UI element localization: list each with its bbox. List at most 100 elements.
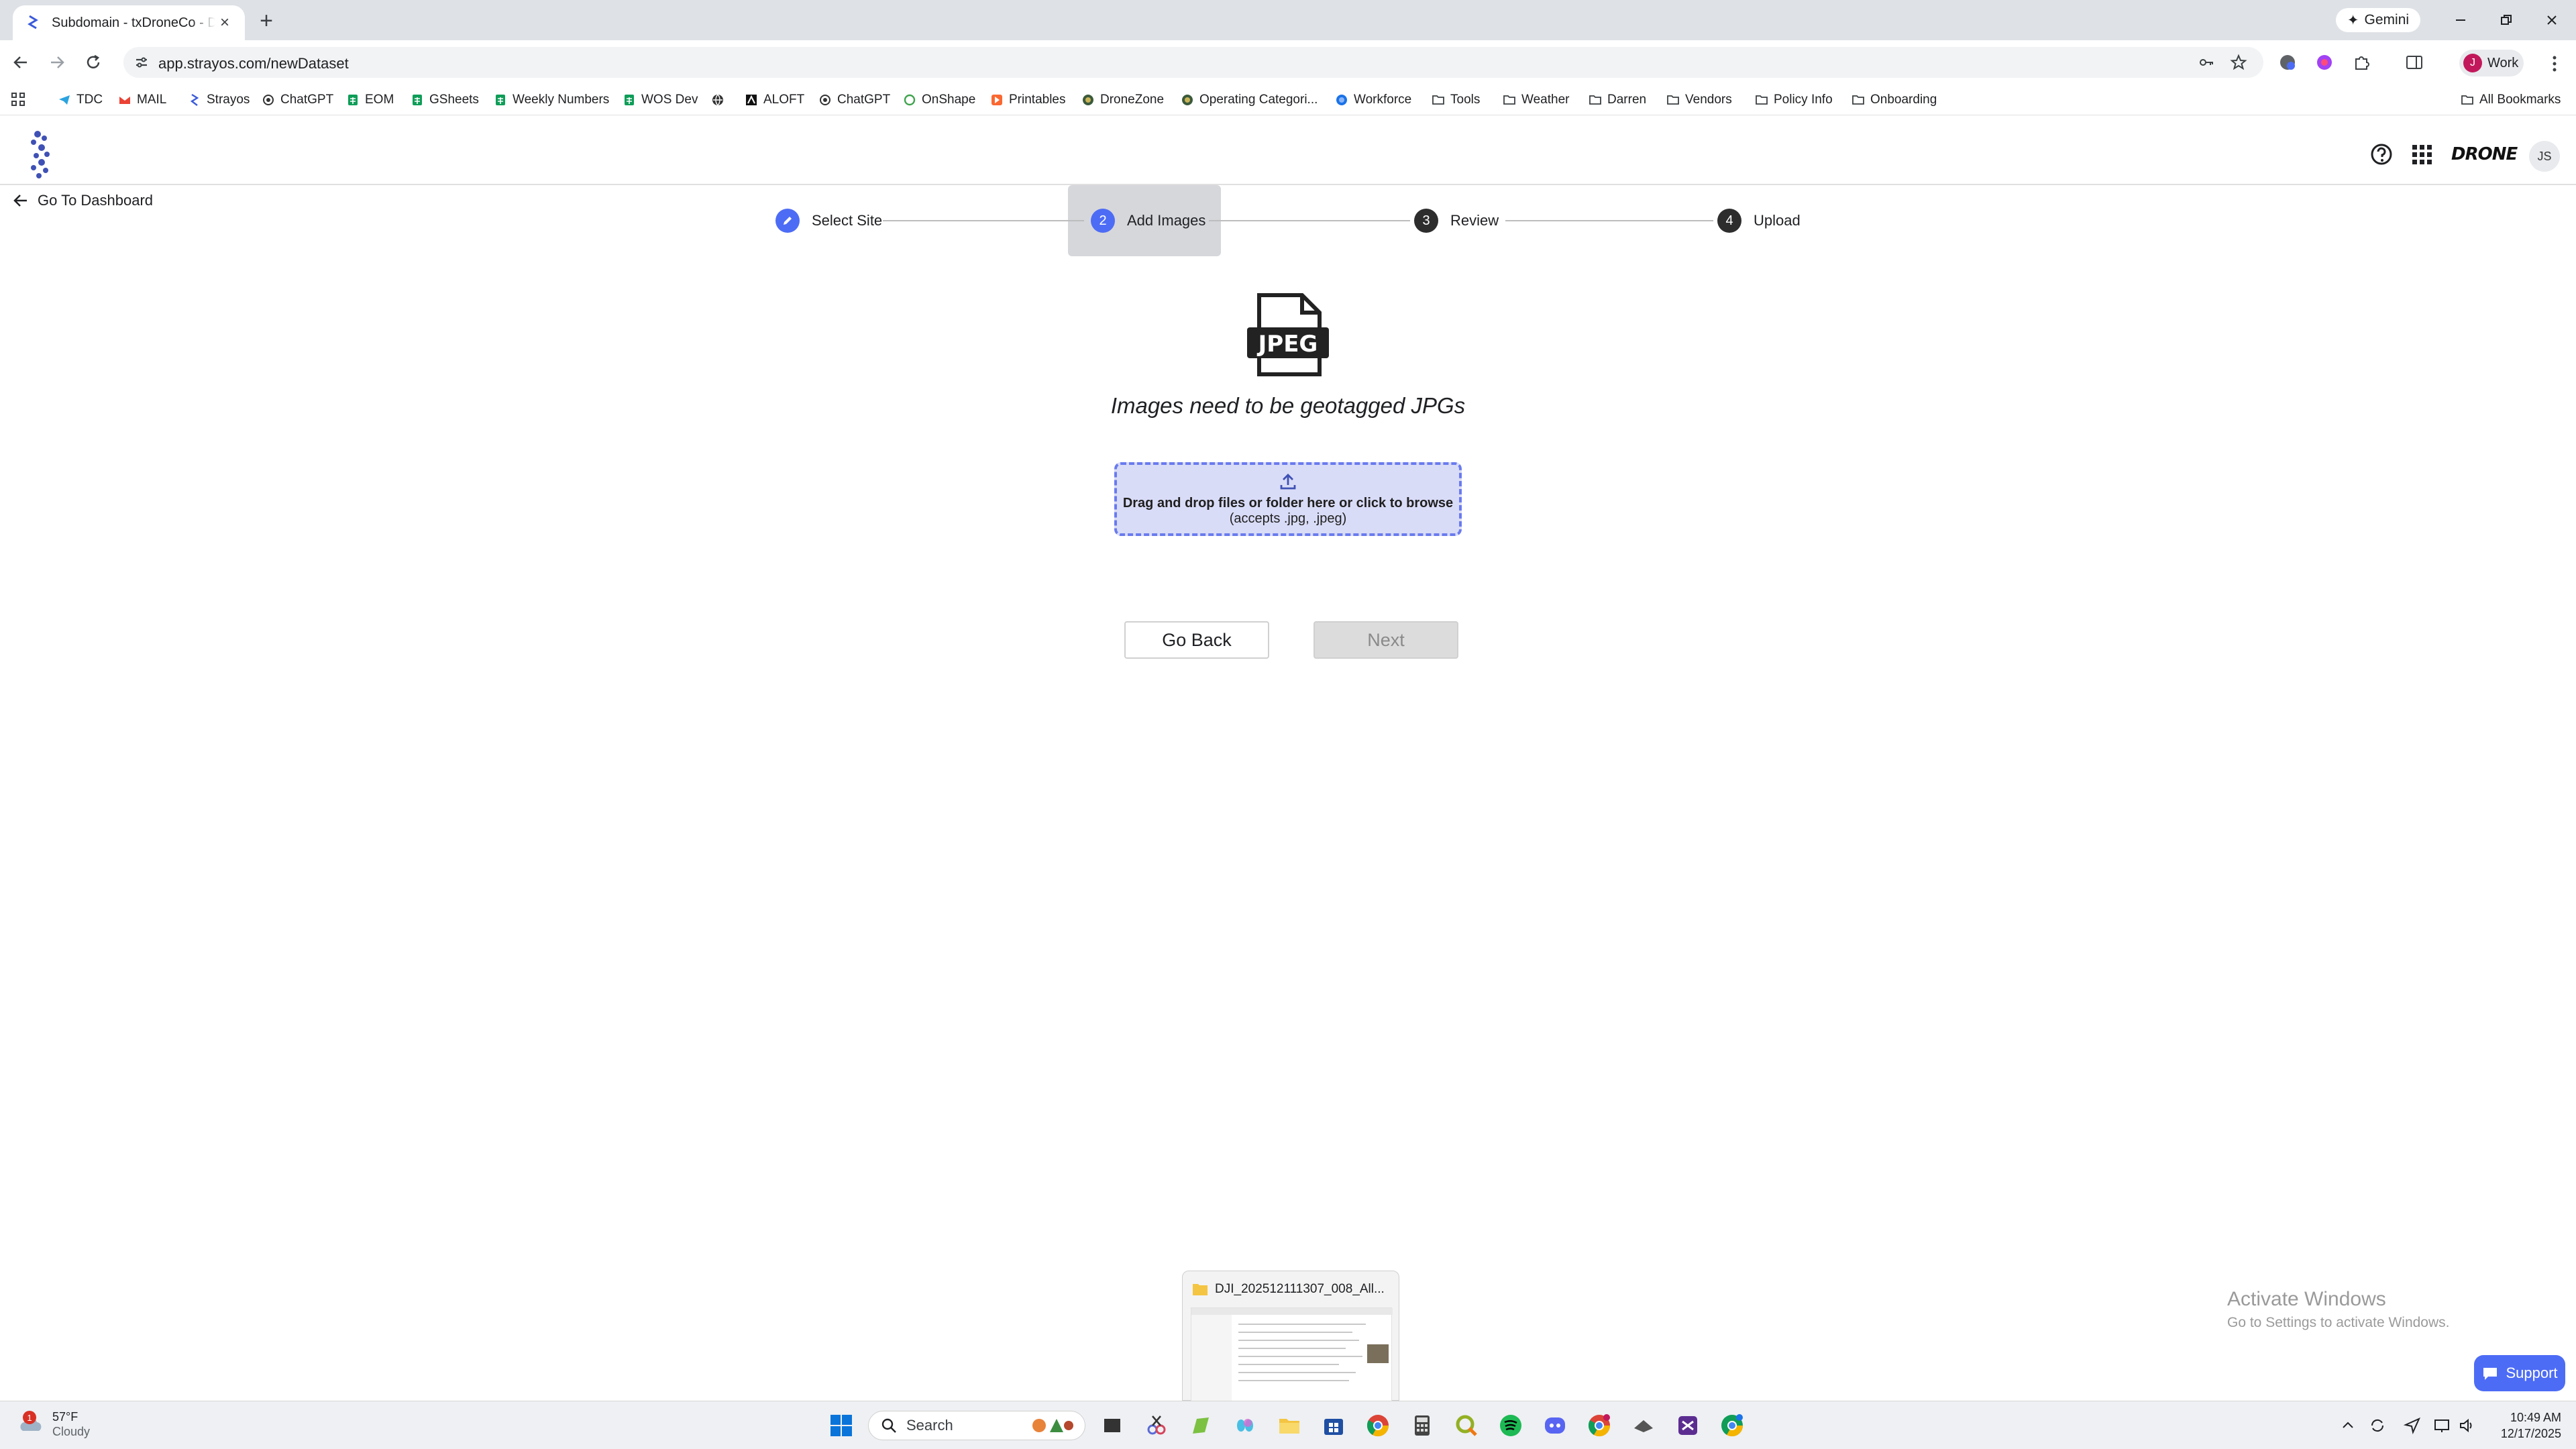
- go-back-button[interactable]: Go Back: [1124, 621, 1269, 659]
- browser-tab[interactable]: Subdomain - txDroneCo - Dem ×: [13, 5, 245, 40]
- discord-icon[interactable]: [1543, 1413, 1567, 1438]
- support-button[interactable]: Support: [2474, 1355, 2565, 1391]
- address-bar[interactable]: app.strayos.com/newDataset: [123, 47, 2263, 78]
- tab-close-icon[interactable]: ×: [215, 13, 234, 32]
- browser-menu-icon[interactable]: [2545, 54, 2564, 74]
- bookmark-item[interactable]: OnShape: [903, 90, 975, 110]
- bookmark-label: TDC: [76, 93, 103, 107]
- folder-icon: [1192, 1282, 1208, 1297]
- search-placeholder: Search: [906, 1417, 953, 1434]
- copilot-icon[interactable]: [1233, 1413, 1257, 1438]
- chevron-up-icon[interactable]: [2339, 1416, 2357, 1435]
- bookmark-item[interactable]: Onboarding: [1851, 90, 1937, 110]
- restore-icon[interactable]: [2486, 5, 2526, 35]
- bookmark-item[interactable]: Vendors: [1666, 90, 1732, 110]
- volume-icon[interactable]: [2458, 1416, 2477, 1435]
- bookmark-item[interactable]: [711, 90, 730, 110]
- snipping-tool-icon[interactable]: [1144, 1413, 1169, 1438]
- store-icon[interactable]: [1322, 1413, 1346, 1438]
- spotify-icon[interactable]: [1499, 1413, 1523, 1438]
- folder-icon: [1851, 93, 1865, 107]
- support-label: Support: [2506, 1364, 2558, 1381]
- app-grid-icon[interactable]: [2408, 141, 2435, 168]
- notes-app-icon[interactable]: [1189, 1413, 1213, 1438]
- reload-icon[interactable]: [80, 50, 106, 75]
- bookmark-item[interactable]: Weekly Numbers: [494, 90, 609, 110]
- next-button[interactable]: Next: [1313, 621, 1458, 659]
- sheets-icon: [411, 93, 424, 107]
- step-add-images[interactable]: 2 Add Images: [1091, 208, 1205, 233]
- weather-widget[interactable]: 1 57°F Cloudy: [17, 1409, 90, 1439]
- location-icon[interactable]: [2403, 1416, 2422, 1435]
- chrome-profile-icon[interactable]: [1587, 1413, 1611, 1438]
- bookmark-item[interactable]: ALOFT: [745, 90, 804, 110]
- bookmark-item[interactable]: TDC: [58, 90, 103, 110]
- help-icon[interactable]: [2368, 141, 2395, 168]
- sheets-icon: [346, 93, 360, 107]
- site-info-icon[interactable]: [133, 54, 150, 71]
- calculator-icon[interactable]: [1410, 1413, 1434, 1438]
- chat-bubble-icon: [2481, 1364, 2499, 1382]
- new-tab-button[interactable]: +: [255, 8, 278, 34]
- globe-icon: [711, 93, 724, 107]
- side-panel-icon[interactable]: [2404, 52, 2424, 72]
- strayos-logo[interactable]: [24, 129, 58, 180]
- extension-shield-icon[interactable]: [2277, 52, 2298, 72]
- password-key-icon[interactable]: [2198, 54, 2215, 71]
- sync-icon[interactable]: [2368, 1416, 2387, 1435]
- bookmark-item[interactable]: GSheets: [411, 90, 479, 110]
- bookmark-item[interactable]: Weather: [1503, 90, 1569, 110]
- step-upload[interactable]: 4 Upload: [1717, 208, 1801, 233]
- task-view-icon[interactable]: [1100, 1413, 1124, 1438]
- drone-app-icon[interactable]: [1631, 1413, 1656, 1438]
- bookmark-item[interactable]: Workforce: [1335, 90, 1411, 110]
- back-arrow-icon[interactable]: [8, 50, 34, 75]
- network-icon[interactable]: [2432, 1416, 2451, 1435]
- folder-icon: [2461, 93, 2474, 107]
- explorer-thumbnail-preview[interactable]: DJI_202512111307_008_All...: [1182, 1271, 1399, 1402]
- bookmark-item[interactable]: DroneZone: [1081, 90, 1164, 110]
- bookmark-star-icon[interactable]: [2230, 54, 2247, 71]
- bookmark-item[interactable]: Tools: [1432, 90, 1480, 110]
- bookmark-label: Vendors: [1685, 93, 1732, 107]
- bookmark-item[interactable]: Printables: [990, 90, 1066, 110]
- chrome-work-icon[interactable]: [1720, 1413, 1744, 1438]
- bookmark-label: Onboarding: [1870, 93, 1937, 107]
- step-label: Select Site: [812, 212, 883, 229]
- bookmark-item[interactable]: EOM: [346, 90, 394, 110]
- bookmark-item[interactable]: Strayos: [188, 90, 250, 110]
- bookmark-item[interactable]: Policy Info: [1755, 90, 1833, 110]
- bookmark-label: Operating Categori...: [1199, 93, 1318, 107]
- dropzone-instructions: Drag and drop files or folder here or cl…: [1122, 496, 1454, 511]
- faa-icon: [1081, 93, 1095, 107]
- bookmark-item[interactable]: ChatGPT: [262, 90, 333, 110]
- step-review[interactable]: 3 Review: [1414, 208, 1499, 233]
- qgis-icon[interactable]: [1454, 1413, 1479, 1438]
- minimize-icon[interactable]: [2440, 5, 2481, 35]
- file-explorer-icon[interactable]: [1277, 1413, 1301, 1438]
- forward-arrow-icon[interactable]: [44, 50, 70, 75]
- bookmark-item[interactable]: MAIL: [118, 90, 166, 110]
- all-bookmarks[interactable]: All Bookmarks: [2461, 90, 2561, 110]
- bookmark-item[interactable]: Operating Categori...: [1181, 90, 1318, 110]
- close-window-icon[interactable]: [2532, 5, 2572, 35]
- file-dropzone[interactable]: Drag and drop files or folder here or cl…: [1114, 462, 1462, 536]
- user-avatar[interactable]: JS: [2529, 141, 2560, 172]
- step-select-site[interactable]: Select Site: [775, 208, 882, 233]
- chrome-icon[interactable]: [1366, 1413, 1390, 1438]
- extensions-puzzle-icon[interactable]: [2352, 52, 2372, 72]
- windows-start-icon[interactable]: [829, 1413, 853, 1438]
- activate-windows-watermark: Activate Windows Go to Settings to activ…: [2227, 1288, 2450, 1331]
- visual-studio-icon[interactable]: [1676, 1413, 1700, 1438]
- bookmark-item[interactable]: Darren: [1589, 90, 1646, 110]
- extension-color-icon[interactable]: [2314, 52, 2334, 72]
- weather-badge: 1: [23, 1411, 36, 1424]
- bookmark-item[interactable]: ChatGPT: [818, 90, 890, 110]
- apps-grid-icon[interactable]: [11, 90, 27, 110]
- profile-chip[interactable]: J Work: [2459, 50, 2524, 76]
- bookmark-item[interactable]: WOS Dev: [623, 90, 698, 110]
- taskbar-search[interactable]: Search: [868, 1411, 1085, 1440]
- system-clock[interactable]: 10:49 AM 12/17/2025: [2487, 1409, 2561, 1442]
- gemini-button[interactable]: ✦ Gemini: [2336, 8, 2420, 32]
- step-connector: [1209, 220, 1410, 221]
